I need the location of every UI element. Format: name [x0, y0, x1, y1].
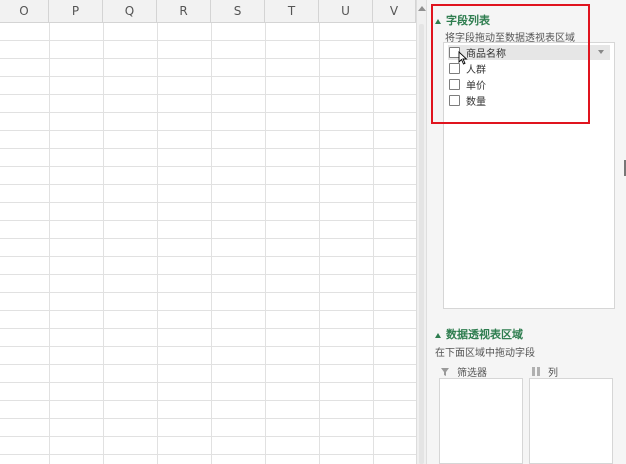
field-checkbox[interactable] [449, 95, 460, 106]
column-header-p[interactable]: P [49, 0, 103, 22]
columns-drop-area[interactable] [529, 378, 613, 464]
scroll-thumb[interactable] [419, 24, 424, 464]
field-label: 商品名称 [466, 49, 506, 60]
column-header-bar: O P Q R S T U V [0, 0, 416, 23]
pivot-areas-hint: 在下面区域中拖动字段 [435, 348, 535, 359]
columns-label: 列 [548, 368, 558, 379]
field-item-unit-price[interactable]: 单价 [448, 77, 610, 92]
field-list-box: 商品名称 人群 单价 数量 [443, 42, 615, 309]
spreadsheet[interactable]: O P Q R S T U V [0, 0, 416, 464]
field-list-heading[interactable]: 字段列表 [435, 12, 490, 28]
column-header-o[interactable]: O [0, 0, 49, 22]
field-label: 单价 [466, 81, 486, 92]
field-item-product-name[interactable]: 商品名称 [448, 45, 610, 65]
triangle-collapse-icon[interactable] [435, 18, 441, 24]
column-header-v[interactable]: V [373, 0, 416, 22]
field-list-title: 字段列表 [446, 14, 490, 27]
field-checkbox[interactable] [449, 79, 460, 90]
triangle-collapse-icon[interactable] [435, 332, 441, 338]
columns-area-label: 列 [532, 364, 558, 379]
pivot-areas-title: 数据透视表区域 [446, 328, 523, 341]
filter-label: 筛选器 [457, 368, 487, 379]
column-header-s[interactable]: S [211, 0, 265, 22]
field-item-crowd[interactable]: 人群 [448, 61, 610, 76]
filter-drop-area[interactable] [439, 378, 523, 464]
filter-icon [441, 367, 449, 376]
filter-area-label: 筛选器 [441, 364, 487, 379]
column-header-r[interactable]: R [157, 0, 211, 22]
column-header-u[interactable]: U [319, 0, 373, 22]
chevron-down-icon[interactable] [598, 50, 604, 54]
field-checkbox[interactable] [449, 63, 460, 74]
pivot-areas-heading[interactable]: 数据透视表区域 [435, 326, 523, 342]
field-item-quantity[interactable]: 数量 [448, 93, 610, 108]
sheet-vertical-scrollbar[interactable] [416, 0, 426, 464]
scroll-up-arrow-icon[interactable] [418, 6, 426, 11]
field-label: 数量 [466, 97, 486, 108]
pivot-table-pane: 字段列表 将字段拖动至数据透视表区域 商品名称 人群 单价 数量 数据透视表区域… [426, 0, 626, 464]
field-label: 人群 [466, 65, 486, 76]
column-header-q[interactable]: Q [103, 0, 157, 22]
cell-grid[interactable] [0, 23, 416, 464]
columns-icon [532, 367, 540, 376]
column-header-t[interactable]: T [265, 0, 319, 22]
